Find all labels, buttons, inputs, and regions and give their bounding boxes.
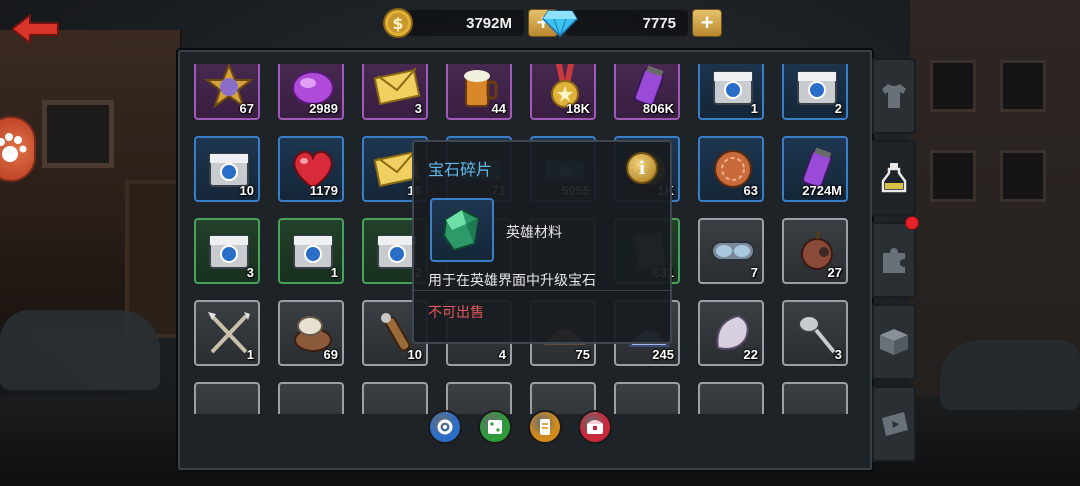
item-count: 10 [407,347,422,362]
item-count: 2724M [802,183,842,198]
inventory-slot-rotten-apple[interactable]: 27 [782,218,848,284]
gold-currency: $ 3792M + [382,8,558,38]
tooltip-divider [414,290,670,291]
background-window [1000,60,1046,112]
inventory-slot-crossed-tools[interactable]: 1 [194,300,260,366]
inventory-slot-r5-3[interactable] [362,382,428,414]
back-button[interactable] [10,12,60,46]
box-icon [880,329,908,355]
item-count: 63 [743,183,758,198]
inventory-slot-green-canister[interactable]: 2724M [782,136,848,202]
back-arrow-icon [10,12,59,46]
inventory-slot-conch[interactable]: 22 [698,300,764,366]
item-count: 75 [575,347,590,362]
info-button[interactable]: i [626,152,658,184]
inventory-slot-purple-gem[interactable]: 2989 [278,64,344,120]
tab-puzzle[interactable] [872,222,916,298]
item-count: 2989 [309,101,338,116]
add-gems-button[interactable]: + [692,9,722,37]
puzzle-icon [883,248,905,273]
background-house [0,30,183,338]
ticket-play-icon [882,412,908,436]
gem-amount: 7775 [566,10,688,36]
inventory-slot-green-crate-2[interactable]: 1 [278,218,344,284]
item-count: 1 [750,101,758,116]
item-tooltip: 宝石碎片 i 英雄材料 用于在英雄界面中升级宝石 不可出售 [412,140,672,344]
background-car [940,340,1080,410]
tooltip-item-slot [430,198,494,262]
tooltip-sell-status: 不可出售 [428,304,484,320]
filter-scrolls-button[interactable] [528,410,562,444]
swirl-icon [437,419,453,435]
shirt-icon [882,84,906,108]
background-window [930,150,976,202]
item-count: 44 [491,101,506,116]
gold-amount: 3792M [402,10,524,36]
inventory-slot-star-medal[interactable]: 67 [194,64,260,120]
inventory-slot-coconut[interactable]: 69 [278,300,344,366]
inventory-slot-purple-canister[interactable]: 806K [614,64,680,120]
filter-materials-button[interactable] [478,410,512,444]
tab-consumables[interactable] [872,140,916,216]
inventory-slot-r5-8[interactable] [782,382,848,414]
inventory-slot-r5-1[interactable] [194,382,260,414]
item-count: 2 [834,101,842,116]
tooltip-description: 用于在英雄界面中升级宝石 [428,272,596,288]
item-count: 10 [239,183,254,198]
potion-icon [881,163,907,193]
green-gem-shard-icon [442,208,480,252]
item-count: 69 [323,347,338,362]
item-count: 1 [246,347,254,362]
item-count: 7 [750,265,758,280]
item-count: 3 [414,101,422,116]
inventory-slot-envelope[interactable]: 3 [362,64,428,120]
chest-icon [587,420,603,434]
gem-currency: 7775 + [542,8,722,38]
background-window [1000,150,1046,202]
inventory-slot-goggles[interactable]: 7 [698,218,764,284]
item-count: 3 [246,265,254,280]
inventory-slot-heart[interactable]: 1179 [278,136,344,202]
tooltip-item-type: 英雄材料 [506,224,562,240]
inventory-slot-blue-crate-2[interactable]: 2 [782,64,848,120]
background-window [930,60,976,112]
item-count: 806K [642,101,674,116]
inventory-slot-blue-crate-p[interactable]: 10 [194,136,260,202]
scroll-icon [540,419,550,435]
item-count: 18K [566,101,590,116]
pet-button[interactable] [0,116,36,182]
inventory-slot-blue-crate[interactable]: 1 [698,64,764,120]
inventory-slot-copper-chip[interactable]: 63 [698,136,764,202]
item-count: 4 [498,347,506,362]
item-count: 22 [743,347,758,362]
gold-coin-icon: $ [383,8,413,38]
inventory-slot-beer-mug[interactable]: 44 [446,64,512,120]
tooltip-title: 宝石碎片 [428,162,493,179]
inventory-slot-r5-2[interactable] [278,382,344,414]
tab-tickets[interactable] [872,386,916,462]
paw-icon [0,133,27,162]
item-count: 27 [827,265,842,280]
inventory-slot-r5-7[interactable] [698,382,764,414]
inventory-slot-r5-6[interactable] [614,382,680,414]
tab-boxes[interactable] [872,304,916,380]
item-count: 1179 [309,183,338,198]
filter-chests-button[interactable] [578,410,612,444]
item-count: 1 [330,265,338,280]
dice-icon [488,420,502,434]
inventory-slot-green-crate-1[interactable]: 3 [194,218,260,284]
item-count: 245 [652,347,674,362]
filter-bar [428,410,612,444]
filter-all-button[interactable] [428,410,462,444]
inventory-slot-gold-medal[interactable]: 18K [530,64,596,120]
notification-dot [905,216,919,230]
tab-equipment[interactable] [872,58,916,134]
background-window [42,100,114,168]
diamond-icon [542,10,578,38]
item-count: 3 [834,347,842,362]
inventory-slot-spoon[interactable]: 3 [782,300,848,366]
background-car [0,310,160,390]
item-count: 67 [239,101,254,116]
svg-text:$: $ [392,14,403,33]
